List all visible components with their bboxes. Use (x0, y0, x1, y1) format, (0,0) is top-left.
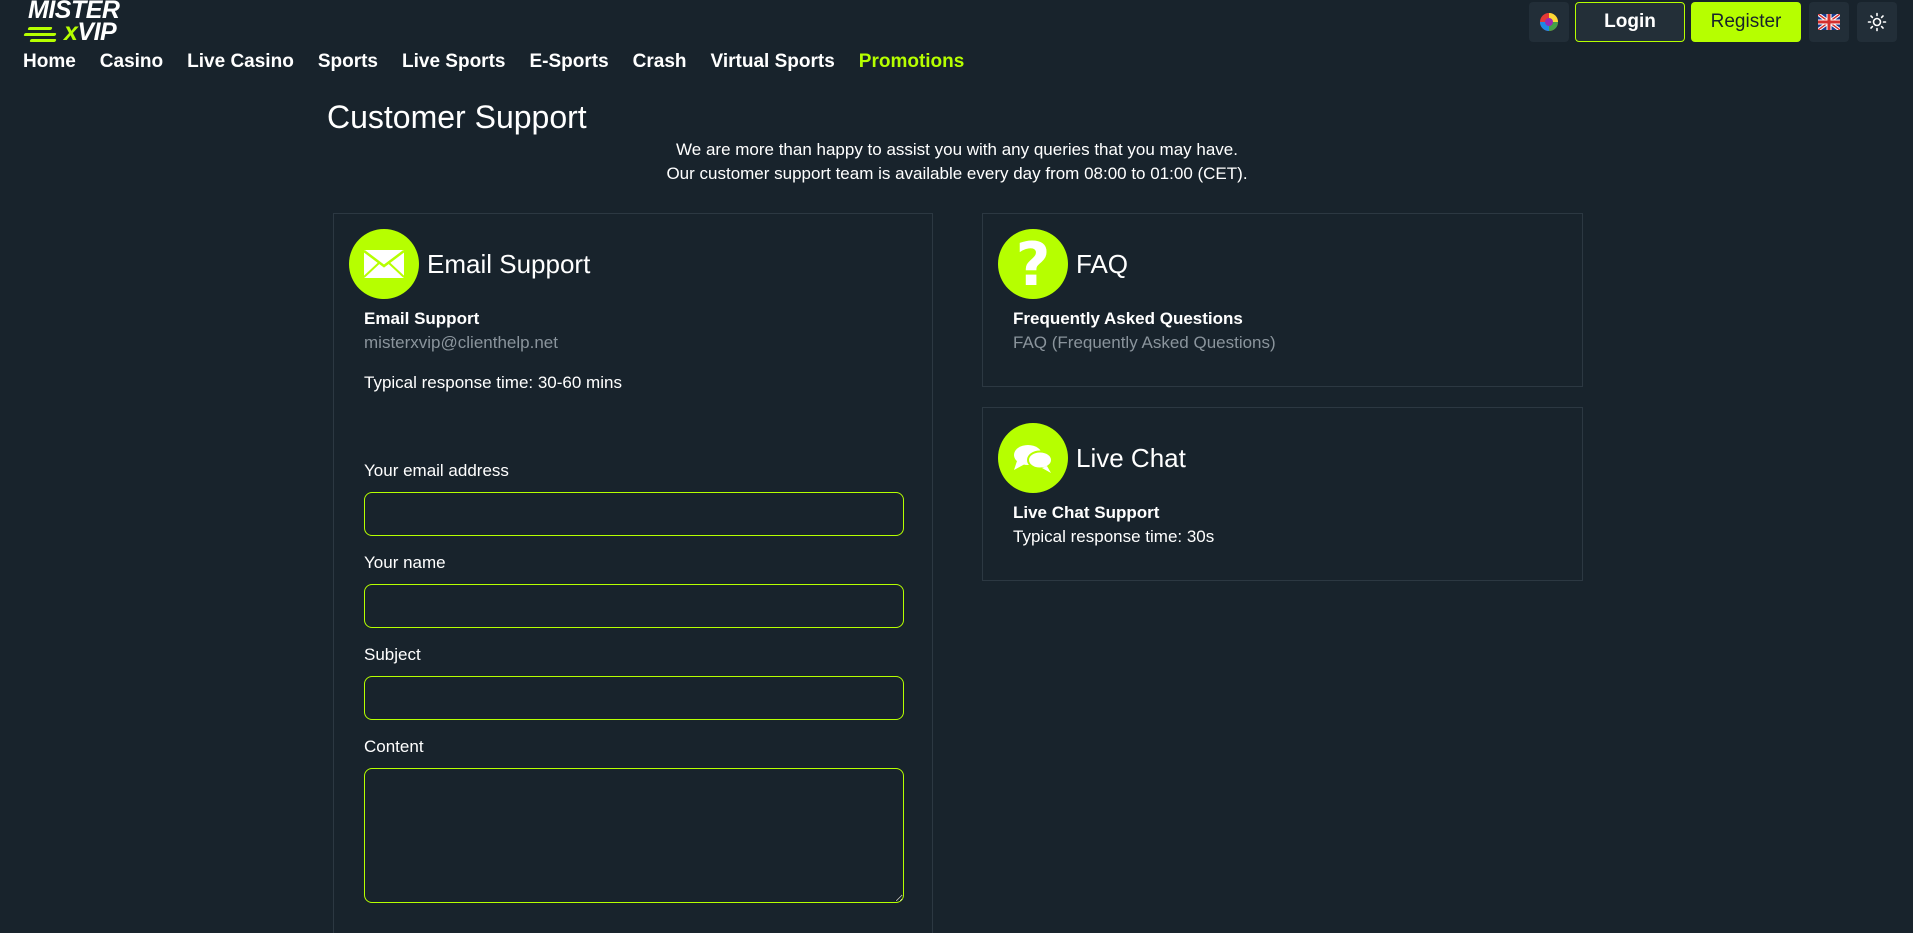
envelope-icon (363, 250, 405, 278)
email-support-card: Email Support Email Support misterxvip@c… (333, 213, 933, 933)
nav-promotions[interactable]: Promotions (859, 50, 965, 74)
logo-streak (29, 39, 57, 42)
email-card-title: Email Support (427, 249, 591, 279)
content-textarea[interactable] (364, 768, 904, 903)
logo-streak (23, 33, 57, 36)
login-button[interactable]: Login (1575, 2, 1685, 42)
nav-live-sports[interactable]: Live Sports (402, 50, 505, 74)
register-button[interactable]: Register (1691, 2, 1801, 42)
logo-line2: xVIP (64, 18, 117, 46)
live-chat-card: Live Chat Live Chat Support Typical resp… (982, 407, 1583, 581)
email-field[interactable] (364, 492, 904, 536)
faq-card-title: FAQ (1076, 249, 1129, 279)
language-button[interactable] (1809, 2, 1849, 42)
nav-virtual-sports[interactable]: Virtual Sports (711, 50, 835, 74)
email-response-time: Typical response time: 30-60 mins (364, 373, 622, 392)
chat-response-time: Typical response time: 30s (1013, 527, 1215, 546)
faq-icon-badge: ? (998, 229, 1068, 299)
faq-card-subtitle: Frequently Asked Questions (1013, 309, 1243, 328)
nav-casino[interactable]: Casino (100, 50, 163, 74)
email-field-label: Your email address (364, 461, 509, 480)
chat-bubbles-icon (1014, 445, 1053, 473)
name-field[interactable] (364, 584, 904, 628)
nav-sports[interactable]: Sports (318, 50, 378, 74)
nav-crash[interactable]: Crash (633, 50, 687, 74)
theme-toggle-button[interactable] (1857, 2, 1897, 42)
faq-link[interactable]: FAQ (Frequently Asked Questions) (1013, 333, 1276, 353)
subject-field-label: Subject (364, 645, 421, 664)
nav-home[interactable]: Home (23, 50, 76, 74)
chat-icon-badge (998, 423, 1068, 493)
header-actions: Login Register (1529, 2, 1897, 42)
sun-icon (1867, 12, 1887, 32)
content-field-label: Content (364, 737, 424, 756)
intro-text: We are more than happy to assist you wit… (676, 140, 1238, 159)
question-mark-icon: ? (1015, 230, 1051, 300)
nav-e-sports[interactable]: E-Sports (529, 50, 608, 74)
color-wheel-icon (1540, 13, 1558, 31)
color-mode-button[interactable] (1529, 2, 1569, 42)
uk-flag-icon (1818, 14, 1840, 30)
site-header: MISTER xVIP Home Casino Live Casino Spor… (0, 0, 1913, 80)
chat-card-title: Live Chat (1076, 443, 1186, 473)
page-title: Customer Support (327, 99, 587, 135)
email-card-subtitle: Email Support (364, 309, 480, 328)
email-icon-badge (349, 229, 419, 299)
chat-card-subtitle: Live Chat Support (1013, 503, 1160, 522)
faq-card: ? FAQ Frequently Asked Questions FAQ (Fr… (982, 213, 1583, 387)
main-nav: Home Casino Live Casino Sports Live Spor… (23, 50, 988, 74)
logo-streak (27, 27, 53, 30)
subject-field[interactable] (364, 676, 904, 720)
nav-live-casino[interactable]: Live Casino (187, 50, 294, 74)
intro-text: Our customer support team is available e… (666, 164, 1248, 183)
name-field-label: Your name (364, 553, 446, 572)
site-logo[interactable]: MISTER xVIP (23, 0, 124, 46)
support-email-address[interactable]: misterxvip@clienthelp.net (364, 333, 558, 353)
